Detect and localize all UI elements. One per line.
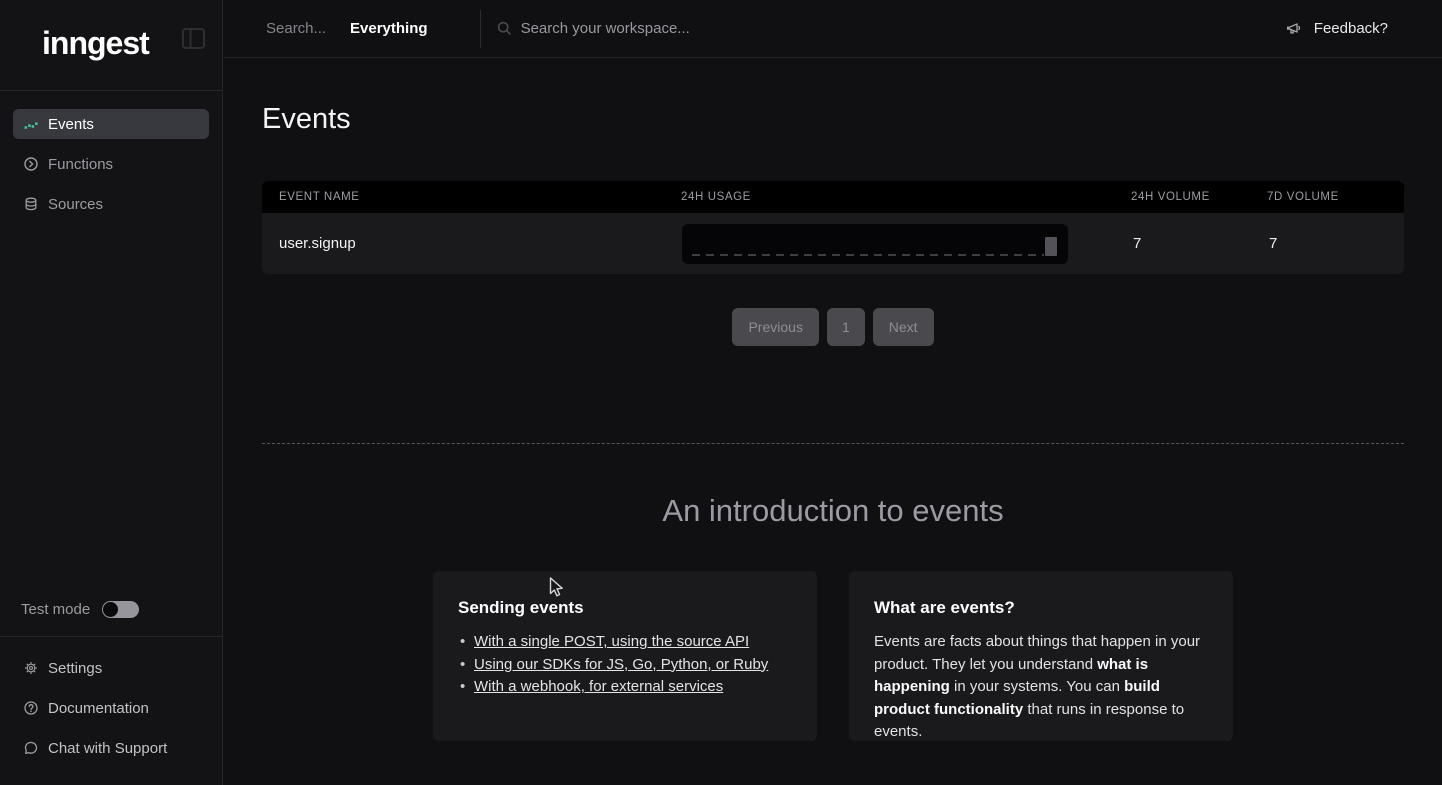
sidebar-item-label: Settings xyxy=(48,660,102,677)
sidebar: inngest Events xyxy=(0,0,223,785)
question-circle-icon xyxy=(24,701,38,715)
sidebar-item-label: Sources xyxy=(48,196,103,213)
megaphone-icon xyxy=(1286,21,1303,37)
dashed-divider xyxy=(262,443,1404,444)
body-text: in your systems. You can xyxy=(950,678,1124,695)
search-label: Search... xyxy=(266,20,326,37)
sidebar-item-events[interactable]: Events xyxy=(13,109,209,139)
toggle-knob xyxy=(103,602,118,617)
intro-cards: Sending events With a single POST, using… xyxy=(433,571,1233,741)
chat-bubble-icon xyxy=(24,741,38,755)
feedback-link[interactable]: Feedback? xyxy=(1286,20,1388,37)
inngest-logo: inngest xyxy=(42,25,149,62)
table-row[interactable]: user.signup 7 7 xyxy=(262,213,1404,274)
sidebar-item-chat-support[interactable]: Chat with Support xyxy=(13,733,209,763)
database-icon xyxy=(24,197,38,211)
test-mode-toggle[interactable] xyxy=(102,601,139,618)
search-scope-selector[interactable]: Everything xyxy=(350,20,428,37)
volume-7d-cell: 7 xyxy=(1267,235,1404,252)
event-name-cell: user.signup xyxy=(279,235,681,252)
card-body-text: Events are facts about things that happe… xyxy=(874,631,1208,744)
gear-icon xyxy=(24,661,38,675)
events-dots-icon xyxy=(24,117,38,131)
topbar-divider xyxy=(480,10,481,48)
sidebar-item-functions[interactable]: Functions xyxy=(13,149,209,179)
column-header-event-name: EVENT NAME xyxy=(279,191,681,203)
topbar: Search... Everything Feedback? xyxy=(224,0,1442,58)
feedback-label: Feedback? xyxy=(1314,20,1388,37)
list-item: With a webhook, for external services xyxy=(458,676,792,699)
page-number-button[interactable]: 1 xyxy=(827,308,865,346)
sidebar-bottom: Test mode Settings xyxy=(0,592,222,785)
card-link-list: With a single POST, using the source API… xyxy=(458,631,792,699)
column-header-24h-usage: 24H USAGE xyxy=(681,191,1131,203)
sidebar-item-label: Documentation xyxy=(48,700,149,717)
sidebar-item-settings[interactable]: Settings xyxy=(13,653,209,683)
link-sdks[interactable]: Using our SDKs for JS, Go, Python, or Ru… xyxy=(474,656,768,673)
sending-events-card: Sending events With a single POST, using… xyxy=(433,571,817,741)
sparkline-bar xyxy=(1045,237,1057,256)
sidebar-header: inngest xyxy=(0,0,222,91)
column-header-7d-volume: 7D VOLUME xyxy=(1267,191,1404,203)
events-table: EVENT NAME 24H USAGE 24H VOLUME 7D VOLUM… xyxy=(262,181,1404,274)
sparkline-baseline xyxy=(692,254,1044,256)
list-item: Using our SDKs for JS, Go, Python, or Ru… xyxy=(458,654,792,677)
sidebar-nav: Events Functions Sources xyxy=(0,91,222,219)
column-header-24h-volume: 24H VOLUME xyxy=(1131,191,1267,203)
card-title: What are events? xyxy=(874,598,1208,618)
sidebar-collapse-icon[interactable] xyxy=(181,27,206,50)
link-single-post-api[interactable]: With a single POST, using the source API xyxy=(474,633,749,650)
what-are-events-card: What are events? Events are facts about … xyxy=(849,571,1233,741)
usage-sparkline-chart xyxy=(682,224,1068,264)
previous-page-button[interactable]: Previous xyxy=(732,308,818,346)
table-header: EVENT NAME 24H USAGE 24H VOLUME 7D VOLUM… xyxy=(262,181,1404,213)
next-page-button[interactable]: Next xyxy=(873,308,934,346)
card-title: Sending events xyxy=(458,598,792,618)
intro-heading: An introduction to events xyxy=(224,493,1442,529)
workspace-search-input[interactable] xyxy=(521,20,941,37)
sidebar-item-documentation[interactable]: Documentation xyxy=(13,693,209,723)
sidebar-footer: Settings Documentation C xyxy=(0,636,222,785)
workspace-search xyxy=(497,20,1286,37)
link-webhook[interactable]: With a webhook, for external services xyxy=(474,678,723,695)
sidebar-item-label: Events xyxy=(48,116,94,133)
page-title: Events xyxy=(262,103,351,136)
volume-24h-cell: 7 xyxy=(1131,235,1267,252)
search-icon xyxy=(497,21,512,36)
test-mode-label: Test mode xyxy=(21,601,90,618)
functions-circle-icon xyxy=(24,157,38,171)
sidebar-item-sources[interactable]: Sources xyxy=(13,189,209,219)
body-text: Events are facts about things that happe… xyxy=(874,633,1200,673)
sidebar-item-label: Functions xyxy=(48,156,113,173)
list-item: With a single POST, using the source API xyxy=(458,631,792,654)
pagination: Previous 1 Next xyxy=(262,308,1404,346)
test-mode-row: Test mode xyxy=(0,592,222,626)
sidebar-item-label: Chat with Support xyxy=(48,740,167,757)
